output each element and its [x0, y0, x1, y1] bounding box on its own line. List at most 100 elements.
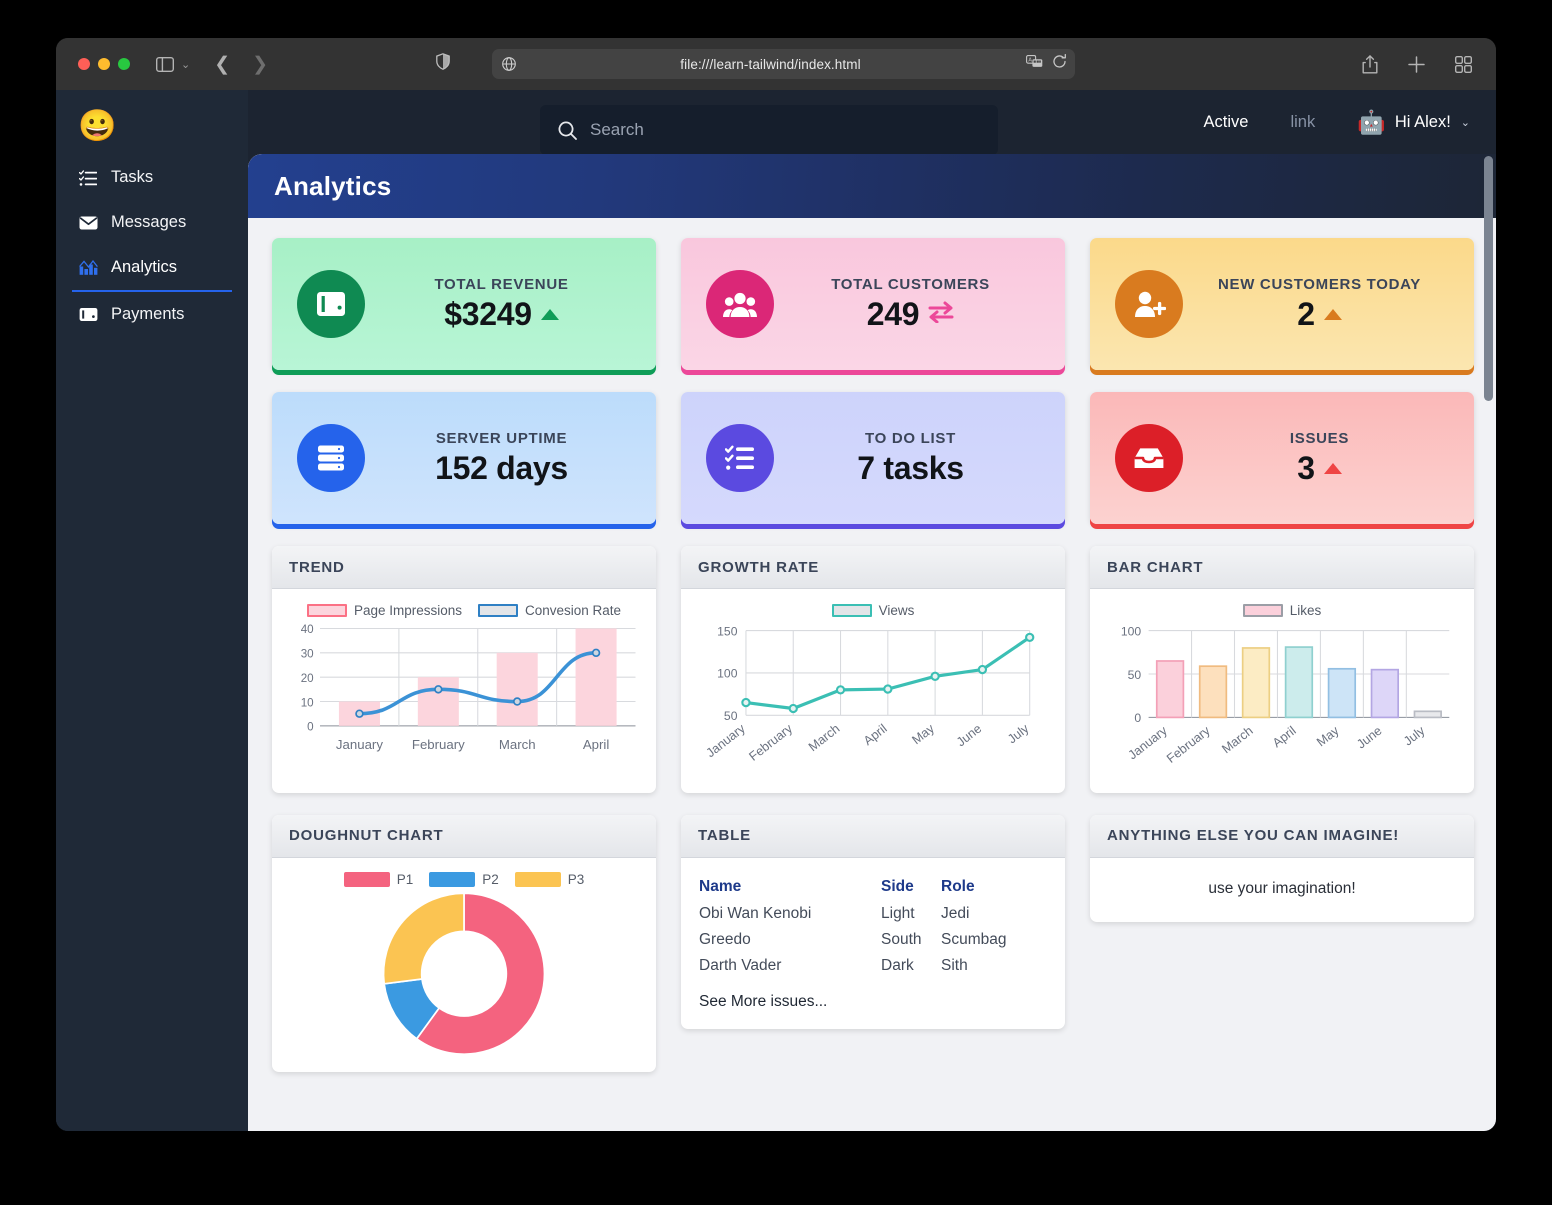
legend-swatch	[514, 871, 561, 887]
stat-card-issues[interactable]: ISSUES 3	[1090, 392, 1474, 524]
back-arrow-icon[interactable]: ❮	[214, 53, 230, 76]
search-box[interactable]	[540, 105, 998, 155]
sidebar-item-tasks[interactable]: Tasks	[72, 155, 232, 200]
column-header-side: Side	[881, 877, 914, 895]
table-body: Obi Wan Kenobi Light Jedi Greedo South S…	[699, 901, 1047, 979]
content-scroll-area[interactable]: TOTAL REVENUE $3249 TOTAL CUSTOMERS 249 …	[248, 218, 1496, 1131]
address-bar-actions: A	[1025, 53, 1067, 74]
search-icon	[558, 121, 577, 140]
svg-text:May: May	[909, 721, 937, 747]
cell-name: Greedo	[699, 930, 751, 948]
legend-item[interactable]: Convesion Rate	[478, 603, 621, 618]
svg-text:0: 0	[307, 721, 314, 734]
page-banner: Analytics	[248, 154, 1496, 218]
cell-name: Darth Vader	[699, 956, 782, 974]
svg-text:June: June	[1354, 724, 1384, 752]
panel-header: BAR CHART	[1090, 546, 1474, 589]
tab-overview-icon[interactable]	[1455, 55, 1472, 73]
trend-up-icon	[540, 308, 559, 320]
browser-window: ⌄ ❮ ❯ file:///learn-tailwind/index.html …	[56, 38, 1496, 1131]
chart-legend: Page Impressions Convesion Rate	[284, 603, 644, 618]
reload-icon[interactable]	[1052, 53, 1067, 74]
legend-item[interactable]: P3	[514, 871, 584, 887]
table-row[interactable]: Obi Wan Kenobi Light Jedi	[699, 901, 1047, 927]
address-bar-region: file:///learn-tailwind/index.html A	[56, 49, 1496, 79]
address-bar[interactable]: file:///learn-tailwind/index.html A	[491, 49, 1075, 79]
shield-privacy-icon[interactable]	[435, 53, 450, 75]
vertical-scrollbar[interactable]	[1484, 154, 1493, 1131]
toolbar-right-actions	[1362, 54, 1472, 74]
search-input[interactable]	[590, 120, 950, 140]
stat-body: SERVER UPTIME 152 days	[365, 430, 656, 487]
sidebar-item-analytics[interactable]: Analytics	[72, 245, 232, 290]
maximize-window-button[interactable]	[118, 58, 130, 70]
panel-imagine: ANYTHING ELSE YOU CAN IMAGINE! use your …	[1090, 814, 1474, 922]
stat-card-total-customers[interactable]: TOTAL CUSTOMERS 249	[681, 238, 1065, 370]
close-window-button[interactable]	[78, 58, 90, 70]
user-plus-icon	[1115, 270, 1183, 338]
stat-card-total-revenue[interactable]: TOTAL REVENUE $3249	[272, 238, 656, 370]
svg-text:July: July	[1005, 721, 1032, 746]
sidebar-nav: Tasks Messages Analytics Payments	[56, 155, 248, 337]
stat-body: TO DO LIST 7 tasks	[774, 430, 1065, 487]
sidebar-dropdown-icon[interactable]: ⌄	[181, 58, 190, 71]
chart-legend: Views	[693, 603, 1053, 618]
plus-icon[interactable]	[1408, 55, 1425, 73]
stat-card-todo-list[interactable]: TO DO LIST 7 tasks	[681, 392, 1065, 524]
nav-link-link[interactable]: link	[1290, 113, 1315, 132]
stat-card-server-uptime[interactable]: SERVER UPTIME 152 days	[272, 392, 656, 524]
sidebar-toggle-icon[interactable]	[156, 56, 174, 72]
svg-text:March: March	[499, 737, 536, 752]
stat-card-new-customers-today[interactable]: NEW CUSTOMERS TODAY 2	[1090, 238, 1474, 370]
panel-title: GROWTH RATE	[698, 558, 820, 576]
sidebar-item-messages[interactable]: Messages	[72, 200, 232, 245]
browser-toolbar: ⌄ ❮ ❯ file:///learn-tailwind/index.html …	[56, 38, 1496, 90]
dashboard-grid: TOTAL REVENUE $3249 TOTAL CUSTOMERS 249 …	[272, 238, 1474, 1073]
stat-value-row: 2	[1297, 296, 1342, 333]
stat-body: NEW CUSTOMERS TODAY 2	[1183, 276, 1474, 333]
user-menu[interactable]: 🤖 Hi Alex! ⌄	[1357, 110, 1470, 134]
stat-value: 7 tasks	[857, 449, 964, 486]
stat-label: TOTAL CUSTOMERS	[831, 275, 990, 293]
legend-label: P1	[396, 871, 414, 887]
table-row[interactable]: Darth Vader Dark Sith	[699, 953, 1047, 979]
main-column: Active link 🤖 Hi Alex! ⌄ Analytics	[248, 90, 1496, 1131]
legend-label: Likes	[1289, 603, 1322, 618]
svg-text:0: 0	[1134, 711, 1141, 725]
svg-text:March: March	[1219, 724, 1255, 757]
nav-link-active[interactable]: Active	[1204, 113, 1249, 132]
svg-text:March: March	[806, 721, 842, 754]
trend-up-icon	[1323, 462, 1342, 474]
minimize-window-button[interactable]	[98, 58, 110, 70]
stat-value: 249	[866, 295, 920, 332]
legend-swatch	[306, 604, 347, 617]
legend-item[interactable]: Page Impressions	[306, 603, 462, 618]
svg-text:50: 50	[1128, 668, 1142, 682]
page-title: Analytics	[274, 170, 392, 201]
sidebar-item-payments[interactable]: Payments	[72, 292, 232, 337]
inbox-icon	[1115, 424, 1183, 492]
wallet-icon	[297, 270, 365, 338]
exchange-icon	[928, 301, 954, 328]
legend-item[interactable]: Views	[831, 603, 914, 618]
tasks-list-icon	[78, 169, 98, 186]
translate-icon[interactable]: A	[1025, 55, 1043, 73]
share-icon[interactable]	[1362, 54, 1378, 74]
table-row[interactable]: Greedo South Scumbag	[699, 927, 1047, 953]
stat-label: SERVER UPTIME	[435, 429, 568, 447]
legend-swatch	[478, 604, 518, 617]
panel-title: TABLE	[698, 827, 751, 845]
panel-growth-rate: GROWTH RATE Views 50 100 150 January Feb…	[681, 546, 1065, 793]
trend-chart: 0 10 20 30 40 January February March April	[284, 620, 644, 779]
forward-arrow-icon[interactable]: ❯	[252, 53, 268, 76]
scrollbar-thumb[interactable]	[1484, 156, 1493, 401]
see-more-issues-link[interactable]: See More issues...	[699, 979, 1047, 1011]
svg-text:100: 100	[1121, 624, 1142, 638]
svg-text:February: February	[1164, 723, 1213, 766]
legend-item[interactable]: Likes	[1242, 603, 1322, 618]
stat-label: NEW CUSTOMERS TODAY	[1217, 275, 1422, 293]
legend-item[interactable]: P2	[429, 871, 499, 887]
legend-item[interactable]: P1	[343, 871, 414, 887]
panel-bar-chart: BAR CHART Likes 0 50 100 January Februar…	[1090, 546, 1474, 793]
top-navbar: Active link 🤖 Hi Alex! ⌄	[248, 90, 1496, 155]
